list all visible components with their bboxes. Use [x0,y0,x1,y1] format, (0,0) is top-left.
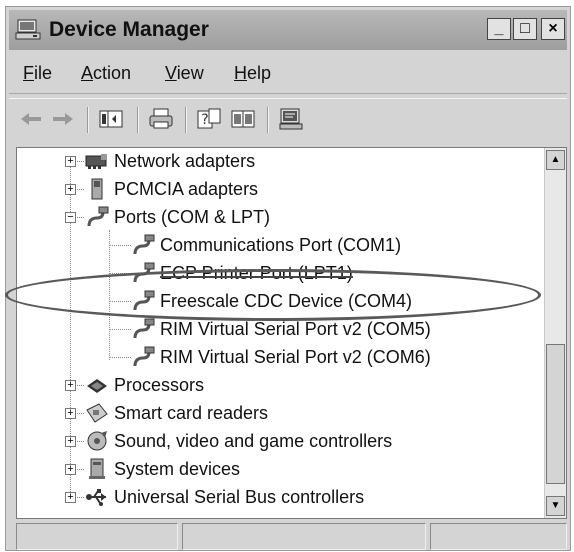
toolbar-separator [87,107,88,133]
status-panel [16,523,178,550]
network-adapter-icon [85,150,109,172]
tree-node-label-text: ECP Printer Port (LPT1) [160,262,353,283]
toolbar-separator [185,107,186,133]
scroll-down-button[interactable]: ▼ [546,496,565,516]
tree-node-label: Ports (COM & LPT) [114,206,271,227]
sound-icon [85,430,109,452]
expand-button[interactable]: + [65,464,76,475]
tree-node-label: Smart card readers [114,402,269,423]
menu-view-text: iew [176,63,204,83]
tree-node-com1[interactable]: Communications Port (COM1) [131,232,401,258]
tree-node-network-adapters[interactable]: Network adapters [85,148,255,174]
menu-file-text: ile [34,63,53,83]
menu-bar: File Action View Help [9,57,567,94]
close-button[interactable]: × [541,18,565,40]
port-icon [131,346,155,368]
tree-line [109,329,131,330]
tree-node-label: RIM Virtual Serial Port v2 (COM5) [160,318,431,339]
tree-node-lpt1[interactable]: ECP Printer Port (LPT1) [131,260,353,286]
title-bar[interactable]: Device Manager _ □ × [9,10,567,50]
system-devices-icon [85,458,109,480]
tree-node-usb-controllers[interactable]: Universal Serial Bus controllers [85,484,364,510]
toolbar: ? [9,98,567,141]
menu-help-accel: H [234,63,247,83]
pcmcia-icon [85,178,109,200]
tree-node-label: ECP Printer Port (LPT1) [160,263,353,284]
expand-button[interactable]: + [65,184,76,195]
status-bar [16,523,567,551]
tree-line [109,273,131,274]
tree-node-processors[interactable]: Processors [85,372,204,398]
status-panel [430,523,567,550]
menu-file[interactable]: File [23,63,52,84]
expand-button[interactable]: + [65,156,76,167]
usb-icon [85,486,109,508]
port-icon [131,318,155,340]
tree-node-freescale-cdc[interactable]: Freescale CDC Device (COM4) [131,288,412,314]
forward-arrow-icon[interactable] [49,106,77,132]
tree-node-rim-com5[interactable]: RIM Virtual Serial Port v2 (COM5) [131,316,431,342]
vertical-scrollbar[interactable]: ▲ ▼ [544,148,566,518]
menu-help-text: elp [247,63,272,83]
expand-button[interactable]: + [65,380,76,391]
device-tree[interactable]: + + − + + + + + Network adapters PCMCIA … [16,147,567,519]
help-icon[interactable]: ? [195,106,223,132]
strikethrough-line [160,275,353,278]
port-icon [131,234,155,256]
tree-line [109,245,131,246]
scrollbar-thumb[interactable] [546,344,565,484]
port-icon [85,206,109,228]
tree-node-sound-video-game[interactable]: Sound, video and game controllers [85,428,392,454]
menu-view[interactable]: View [165,63,204,84]
tree-node-system-devices[interactable]: System devices [85,456,240,482]
tree-node-label: System devices [114,458,241,479]
tree-line [109,230,110,360]
window-title: Device Manager [49,18,209,41]
menu-view-accel: V [165,63,177,83]
tree-node-rim-com6[interactable]: RIM Virtual Serial Port v2 (COM6) [131,344,431,370]
tree-node-label: Freescale CDC Device (COM4) [160,290,413,311]
device-manager-window: Device Manager _ □ × File Action View He… [5,6,571,551]
collapse-button[interactable]: − [65,212,76,223]
tree-node-pcmcia-adapters[interactable]: PCMCIA adapters [85,176,258,202]
scroll-up-button[interactable]: ▲ [546,150,565,170]
print-icon[interactable] [147,106,175,132]
tree-node-label: PCMCIA adapters [114,178,259,199]
port-icon [131,262,155,284]
menu-action[interactable]: Action [81,63,131,84]
minimize-button[interactable]: _ [487,18,511,40]
show-hide-tree-icon[interactable] [97,106,125,132]
menu-help[interactable]: Help [234,63,271,84]
smart-card-icon [85,402,109,424]
status-panel [182,523,426,550]
tree-node-smart-card-readers[interactable]: Smart card readers [85,400,268,426]
tree-node-label: Communications Port (COM1) [160,234,402,255]
menu-file-accel: F [23,63,34,83]
tree-node-label: Sound, video and game controllers [114,430,393,451]
toolbar-separator [267,107,268,133]
tree-node-ports[interactable]: Ports (COM & LPT) [85,204,270,230]
maximize-button[interactable]: □ [513,18,537,40]
menu-action-accel: A [81,63,94,83]
expand-button[interactable]: + [65,436,76,447]
tree-line [109,357,131,358]
tree-node-label: Universal Serial Bus controllers [114,486,365,507]
scan-hardware-icon[interactable] [277,106,305,132]
port-icon [131,290,155,312]
menu-action-text: ction [93,63,132,83]
tree-node-label: RIM Virtual Serial Port v2 (COM6) [160,346,431,367]
device-manager-icon [15,18,43,42]
properties-icon[interactable] [229,106,257,132]
expand-button[interactable]: + [65,408,76,419]
svg-text:?: ? [201,112,208,128]
tree-node-label: Processors [114,374,205,395]
processor-icon [85,374,109,396]
toolbar-separator [137,107,138,133]
tree-node-label: Network adapters [114,150,256,171]
tree-line [109,301,131,302]
expand-button[interactable]: + [65,492,76,503]
back-arrow-icon[interactable] [17,106,45,132]
